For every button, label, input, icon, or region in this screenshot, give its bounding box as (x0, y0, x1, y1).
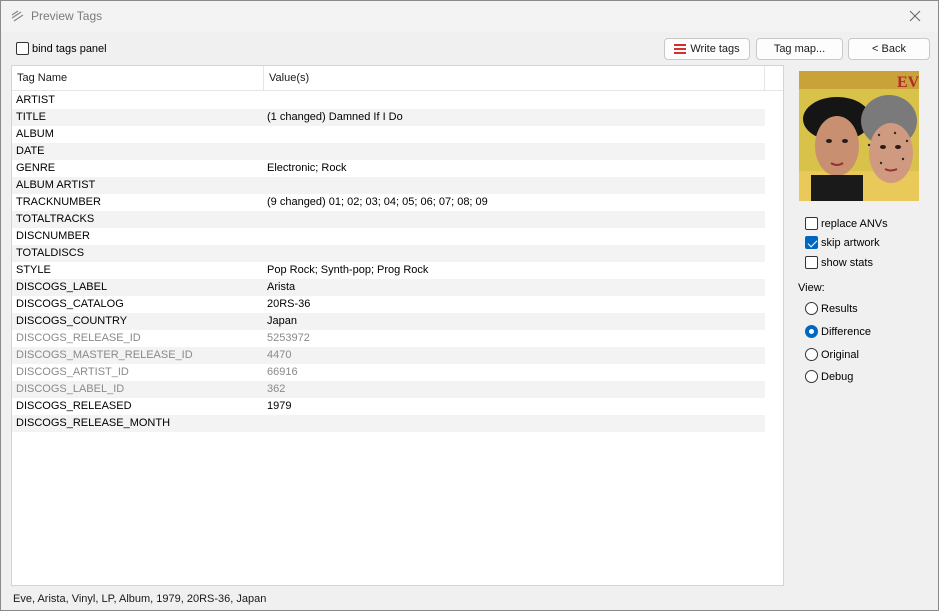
view-radio-debug[interactable]: Debug (805, 370, 853, 383)
tag-name-cell: DISCOGS_RELEASE_ID (16, 332, 141, 344)
show-stats-box[interactable] (805, 256, 818, 269)
tag-value-cell: Arista (267, 281, 296, 293)
tag-name-cell: TITLE (16, 111, 46, 123)
tag-map-button[interactable]: Tag map... (756, 38, 843, 60)
bind-tags-panel-checkbox[interactable]: bind tags panel (16, 42, 107, 55)
tag-value-cell: (1 changed) Damned If I Do (267, 111, 403, 123)
tag-name-cell: DATE (16, 145, 45, 157)
radio-button[interactable] (805, 302, 818, 315)
app-icon (11, 10, 25, 23)
tag-name-cell: TOTALTRACKS (16, 213, 95, 225)
skip-artwork-label: skip artwork (821, 236, 880, 249)
replace-anvs-checkbox[interactable]: replace ANVs (805, 217, 888, 230)
radio-button[interactable] (805, 370, 818, 383)
write-tags-icon (674, 44, 687, 54)
view-radio-results[interactable]: Results (805, 302, 858, 315)
radio-button[interactable] (805, 325, 818, 338)
tag-value-cell: 362 (267, 383, 286, 395)
tag-name-cell: ARTIST (16, 94, 55, 106)
tag-name-cell: GENRE (16, 162, 56, 174)
tag-name-cell: TRACKNUMBER (16, 196, 101, 208)
close-icon (909, 10, 921, 22)
write-tags-label: Write tags (690, 43, 740, 55)
radio-label: Results (821, 302, 858, 315)
tag-value-cell: (9 changed) 01; 02; 03; 04; 05; 06; 07; … (267, 196, 488, 208)
table-row[interactable]: TRACKNUMBER (9 changed) 01; 02; 03; 04; 0… (12, 194, 765, 211)
tag-value-cell: Pop Rock; Synth-pop; Prog Rock (267, 264, 429, 276)
tag-name-cell: ALBUM (16, 128, 54, 140)
skip-artwork-box[interactable] (805, 236, 818, 249)
show-stats-label: show stats (821, 256, 873, 269)
table-row[interactable]: DISCOGS_COUNTRY Japan (12, 313, 765, 330)
tag-name-cell: DISCNUMBER (16, 230, 90, 242)
tag-name-cell: DISCOGS_LABEL (16, 281, 108, 293)
bind-tags-panel-label: bind tags panel (32, 42, 107, 55)
back-button[interactable]: < Back (848, 38, 930, 60)
tags-table[interactable]: Tag Name Value(s) ARTIST TITLE (1 changed)… (11, 65, 784, 586)
table-row[interactable]: DISCOGS_RELEASED 1979 (12, 398, 765, 415)
table-row[interactable]: TITLE (1 changed) Damned If I Do (12, 109, 765, 126)
table-row[interactable]: ARTIST (12, 92, 765, 109)
show-stats-checkbox[interactable]: show stats (805, 256, 873, 269)
tag-value-cell: Japan (267, 315, 297, 327)
tag-name-cell: DISCOGS_CATALOG (16, 298, 124, 310)
preview-tags-window: Preview Tags bind tags panel Write tags … (0, 0, 939, 611)
view-label: View: (798, 282, 825, 294)
table-row[interactable]: ALBUM ARTIST (12, 177, 765, 194)
tag-value-cell: 5253972 (267, 332, 310, 344)
tag-name-cell: DISCOGS_ARTIST_ID (16, 366, 129, 378)
svg-text:EVE: EVE (897, 74, 919, 91)
back-label: < Back (872, 43, 906, 55)
album-cover-image: EVE (799, 71, 919, 201)
tag-value-cell: 66916 (267, 366, 298, 378)
status-bar-text: Eve, Arista, Vinyl, LP, Album, 1979, 20R… (13, 593, 267, 605)
table-row[interactable]: TOTALTRACKS (12, 211, 765, 228)
tag-value-cell: Electronic; Rock (267, 162, 347, 174)
table-body: ARTIST TITLE (1 changed) Damned If I Do ALB… (12, 92, 765, 432)
tag-name-cell: DISCOGS_LABEL_ID (16, 383, 125, 395)
table-row[interactable]: DATE (12, 143, 765, 160)
tag-name-cell: DISCOGS_COUNTRY (16, 315, 128, 327)
radio-label: Debug (821, 370, 854, 383)
tag-name-cell: STYLE (16, 264, 51, 276)
tag-name-cell: TOTALDISCS (16, 247, 85, 259)
replace-anvs-label: replace ANVs (821, 217, 888, 230)
table-row[interactable]: DISCOGS_MASTER_RELEASE_ID 4470 (12, 347, 765, 364)
table-row[interactable]: DISCOGS_LABEL_ID 362 (12, 381, 765, 398)
radio-label: Original (821, 348, 859, 361)
tag-name-cell: DISCOGS_RELEASED (16, 400, 132, 412)
replace-anvs-box[interactable] (805, 217, 818, 230)
tag-name-cell: DISCOGS_MASTER_RELEASE_ID (16, 349, 193, 361)
radio-label: Difference (821, 325, 871, 338)
table-header: Tag Name Value(s) (12, 66, 783, 91)
table-row[interactable]: DISCOGS_CATALOG 20RS-36 (12, 296, 765, 313)
tag-value-cell: 4470 (267, 349, 292, 361)
column-header-values[interactable]: Value(s) (264, 66, 764, 91)
tag-name-cell: ALBUM ARTIST (16, 179, 96, 191)
write-tags-button[interactable]: Write tags (664, 38, 750, 60)
table-row[interactable]: ALBUM (12, 126, 765, 143)
tag-value-cell: 20RS-36 (267, 298, 311, 310)
view-radio-original[interactable]: Original (805, 348, 859, 361)
table-row[interactable]: GENRE Electronic; Rock (12, 160, 765, 177)
tag-map-label: Tag map... (773, 43, 826, 55)
tag-value-cell: 1979 (267, 400, 292, 412)
table-row[interactable]: DISCOGS_ARTIST_ID 66916 (12, 364, 765, 381)
radio-button[interactable] (805, 348, 818, 361)
column-header-tag-name[interactable]: Tag Name (12, 66, 263, 91)
table-row[interactable]: DISCOGS_RELEASE_MONTH (12, 415, 765, 432)
table-row[interactable]: STYLE Pop Rock; Synth-pop; Prog Rock (12, 262, 765, 279)
table-row[interactable]: TOTALDISCS (12, 245, 765, 262)
title-bar: Preview Tags (1, 1, 938, 32)
close-button[interactable] (892, 1, 938, 31)
table-row[interactable]: DISCNUMBER (12, 228, 765, 245)
tag-name-cell: DISCOGS_RELEASE_MONTH (16, 417, 171, 429)
table-row[interactable]: DISCOGS_LABEL Arista (12, 279, 765, 296)
skip-artwork-checkbox[interactable]: skip artwork (805, 236, 880, 249)
bind-tags-panel-box[interactable] (16, 42, 29, 55)
view-radio-difference[interactable]: Difference (805, 325, 871, 338)
window-title: Preview Tags (31, 9, 103, 23)
table-row[interactable]: DISCOGS_RELEASE_ID 5253972 (12, 330, 765, 347)
